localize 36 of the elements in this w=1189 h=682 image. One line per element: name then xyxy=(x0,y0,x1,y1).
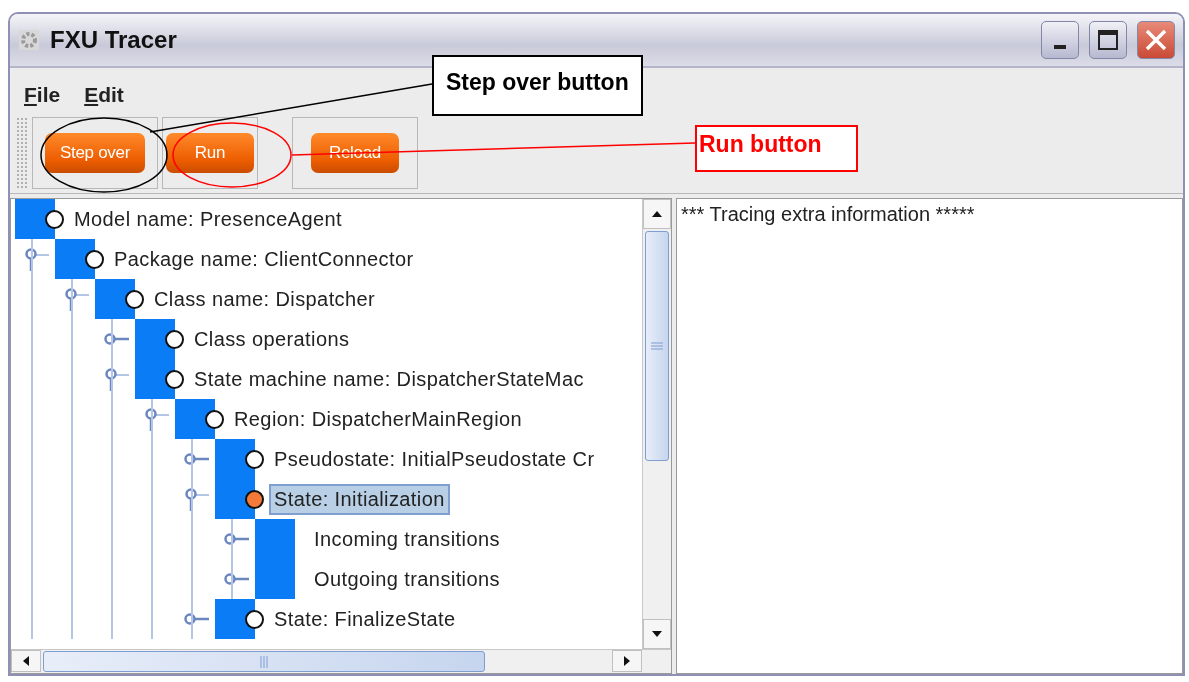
tree-node[interactable]: State: FinalizeState xyxy=(269,603,461,635)
maximize-icon xyxy=(1097,29,1119,51)
horizontal-scrollbar[interactable] xyxy=(11,649,671,673)
tree-node[interactable]: State: Initialization xyxy=(269,483,450,515)
tree-node[interactable]: Class name: Dispatcher xyxy=(149,283,381,315)
node-block-icon xyxy=(255,519,295,559)
tree-node[interactable]: State machine name: DispatcherStateMac xyxy=(189,363,589,395)
trace-text: *** Tracing extra information ***** xyxy=(681,203,975,225)
tree-node[interactable]: Region: DispatcherMainRegion xyxy=(229,403,528,435)
node-block-icon xyxy=(255,559,295,599)
grip-lines-icon xyxy=(649,342,665,350)
scroll-left-button[interactable] xyxy=(11,650,41,672)
callout-label: Run button xyxy=(695,125,858,172)
minimize-icon xyxy=(1054,45,1066,49)
scroll-right-button[interactable] xyxy=(612,650,642,672)
vertical-scrollbar[interactable] xyxy=(642,199,671,649)
tree-node[interactable]: Incoming transitions xyxy=(309,523,505,555)
scroll-down-button[interactable] xyxy=(643,619,671,649)
scroll-thumb[interactable] xyxy=(645,231,669,461)
tree-node[interactable]: Package name: ClientConnector xyxy=(109,243,419,275)
tree-node[interactable]: Class operations xyxy=(189,323,355,355)
callout-label: Step over button xyxy=(432,55,643,116)
gear-icon xyxy=(18,29,40,51)
maximize-button[interactable] xyxy=(1089,21,1127,59)
window-title: FXU Tracer xyxy=(50,26,178,54)
menu-item[interactable]: File xyxy=(24,83,61,107)
tree-node[interactable]: Model name: PresenceAgent xyxy=(69,203,347,235)
scroll-up-button[interactable] xyxy=(643,199,671,229)
tree-node[interactable]: Outgoing transitions xyxy=(309,563,505,595)
tree-node[interactable]: Pseudostate: InitialPseudostate Cr xyxy=(269,443,600,475)
close-button[interactable] xyxy=(1137,21,1175,59)
grip-lines-icon xyxy=(260,653,268,670)
menu-item[interactable]: Edit xyxy=(84,83,124,107)
close-icon xyxy=(1144,28,1168,52)
minimize-button[interactable] xyxy=(1041,21,1079,59)
scroll-thumb[interactable] xyxy=(43,651,485,672)
